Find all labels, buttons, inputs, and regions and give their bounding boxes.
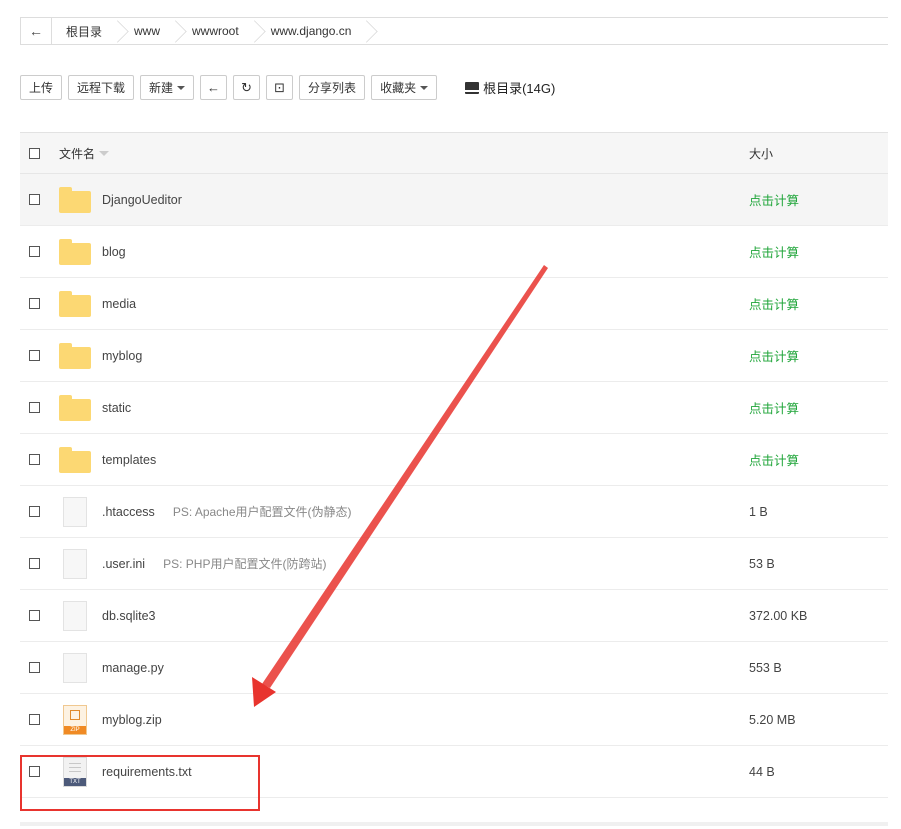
row-checkbox[interactable] bbox=[29, 454, 40, 465]
upload-button[interactable]: 上传 bbox=[20, 75, 63, 100]
file-remark: PS: PHP用户配置文件(防跨站) bbox=[163, 557, 327, 571]
file-icon bbox=[63, 496, 87, 527]
breadcrumb-item-www[interactable]: www bbox=[120, 18, 178, 44]
back-arrow-icon[interactable]: ← bbox=[21, 18, 52, 44]
file-name[interactable]: manage.py bbox=[102, 661, 164, 675]
breadcrumb-item-site[interactable]: www.django.cn bbox=[257, 18, 370, 44]
row-checkbox[interactable] bbox=[29, 298, 40, 309]
zip-file-icon: ZIP bbox=[63, 704, 87, 735]
table-row[interactable]: db.sqlite3 372.00 KB bbox=[20, 590, 888, 642]
breadcrumb-item-wwwroot[interactable]: wwwroot bbox=[178, 18, 257, 44]
file-name[interactable]: static bbox=[102, 401, 131, 415]
column-header-size: 大小 bbox=[749, 146, 774, 161]
file-icon bbox=[63, 548, 87, 579]
terminal-button[interactable]: ⊡ bbox=[266, 75, 294, 100]
row-checkbox[interactable] bbox=[29, 194, 40, 205]
remote-download-button[interactable]: 远程下载 bbox=[68, 75, 135, 100]
calculate-size-link[interactable]: 点击计算 bbox=[749, 450, 888, 469]
row-checkbox[interactable] bbox=[29, 402, 40, 413]
file-size: 53 B bbox=[749, 556, 775, 571]
table-row[interactable]: .htaccess PS: Apache用户配置文件(伪静态) 1 B bbox=[20, 486, 888, 538]
row-checkbox[interactable] bbox=[29, 714, 40, 725]
toolbar: 上传 远程下载 新建 ← ↻ ⊡ 分享列表 收藏夹 根目录(14G) bbox=[20, 74, 555, 101]
file-name[interactable]: media bbox=[102, 297, 136, 311]
row-checkbox[interactable] bbox=[29, 350, 40, 361]
file-icon bbox=[63, 652, 87, 683]
select-all-checkbox[interactable] bbox=[29, 147, 40, 159]
caret-down-icon bbox=[177, 85, 186, 90]
file-size: 5.20 MB bbox=[749, 712, 796, 727]
file-size: 553 B bbox=[749, 660, 782, 675]
back-button[interactable]: ← bbox=[200, 75, 228, 100]
table-row[interactable]: myblog 点击计算 bbox=[20, 330, 888, 382]
text-file-icon: TXT bbox=[63, 756, 87, 787]
table-row[interactable]: DjangoUeditor 点击计算 bbox=[20, 174, 888, 226]
calculate-size-link[interactable]: 点击计算 bbox=[749, 242, 888, 261]
folder-icon bbox=[59, 446, 91, 473]
table-row[interactable]: ZIP myblog.zip 5.20 MB bbox=[20, 694, 888, 746]
terminal-icon: ⊡ bbox=[274, 79, 285, 95]
folder-icon bbox=[59, 290, 91, 317]
refresh-button[interactable]: ↻ bbox=[233, 75, 261, 100]
table-row[interactable]: TXT requirements.txt 44 B bbox=[20, 746, 888, 798]
table-row[interactable]: manage.py 553 B bbox=[20, 642, 888, 694]
favorites-button-label: 收藏夹 bbox=[380, 81, 417, 95]
file-size: 44 B bbox=[749, 764, 775, 779]
file-remark: PS: Apache用户配置文件(伪静态) bbox=[172, 505, 352, 519]
table-row[interactable]: media 点击计算 bbox=[20, 278, 888, 330]
table-row[interactable]: blog 点击计算 bbox=[20, 226, 888, 278]
row-checkbox[interactable] bbox=[29, 558, 40, 569]
file-size: 372.00 KB bbox=[749, 608, 808, 623]
folder-icon bbox=[59, 238, 91, 265]
table-row[interactable]: static 点击计算 bbox=[20, 382, 888, 434]
breadcrumb-item-root[interactable]: 根目录 bbox=[52, 18, 120, 44]
row-checkbox[interactable] bbox=[29, 246, 40, 257]
file-name[interactable]: requirements.txt bbox=[102, 765, 192, 779]
table-row[interactable]: .user.ini PS: PHP用户配置文件(防跨站) 53 B bbox=[20, 538, 888, 590]
refresh-icon: ↻ bbox=[241, 79, 252, 95]
file-name[interactable]: myblog bbox=[102, 349, 142, 363]
share-list-button[interactable]: 分享列表 bbox=[299, 75, 366, 100]
file-list: DjangoUeditor 点击计算 blog 点击计算 media 点击计算 myblog… bbox=[20, 174, 888, 798]
zip-file-icon-label: ZIP bbox=[64, 725, 86, 734]
file-name[interactable]: .user.ini bbox=[102, 557, 145, 571]
row-checkbox[interactable] bbox=[29, 610, 40, 621]
file-size: 1 B bbox=[749, 504, 768, 519]
table-footer bbox=[20, 822, 888, 826]
table-row[interactable]: templates 点击计算 bbox=[20, 434, 888, 486]
new-button-label: 新建 bbox=[149, 81, 174, 95]
new-button[interactable]: 新建 bbox=[140, 75, 195, 100]
file-icon bbox=[63, 600, 87, 631]
disk-label: 根目录(14G) bbox=[483, 81, 556, 96]
breadcrumb: ← 根目录 www wwwroot www.django.cn bbox=[20, 17, 888, 45]
file-name[interactable]: myblog.zip bbox=[102, 713, 162, 727]
caret-down-icon bbox=[420, 85, 429, 90]
file-table: 文件名 大小 DjangoUeditor 点击计算 blog 点击计算 media 点击计… bbox=[20, 132, 888, 798]
favorites-button[interactable]: 收藏夹 bbox=[371, 75, 438, 100]
file-name[interactable]: .htaccess bbox=[102, 505, 155, 519]
back-arrow-icon: ← bbox=[207, 80, 221, 95]
table-header: 文件名 大小 bbox=[20, 133, 888, 174]
file-name[interactable]: db.sqlite3 bbox=[102, 609, 156, 623]
column-header-filename[interactable]: 文件名 bbox=[59, 145, 95, 162]
folder-icon bbox=[59, 186, 91, 213]
row-checkbox[interactable] bbox=[29, 506, 40, 517]
calculate-size-link[interactable]: 点击计算 bbox=[749, 398, 888, 417]
calculate-size-link[interactable]: 点击计算 bbox=[749, 346, 888, 365]
row-checkbox[interactable] bbox=[29, 766, 40, 777]
calculate-size-link[interactable]: 点击计算 bbox=[749, 190, 888, 209]
file-name[interactable]: DjangoUeditor bbox=[102, 193, 182, 207]
file-name[interactable]: blog bbox=[102, 245, 126, 259]
calculate-size-link[interactable]: 点击计算 bbox=[749, 294, 888, 313]
folder-icon bbox=[59, 342, 91, 369]
folder-icon bbox=[59, 394, 91, 421]
sort-icon[interactable] bbox=[99, 150, 110, 156]
disk-info: 根目录(14G) bbox=[465, 78, 555, 97]
text-file-icon-label: TXT bbox=[64, 777, 86, 786]
file-name[interactable]: templates bbox=[102, 453, 156, 467]
row-checkbox[interactable] bbox=[29, 662, 40, 673]
disk-icon bbox=[465, 81, 480, 94]
